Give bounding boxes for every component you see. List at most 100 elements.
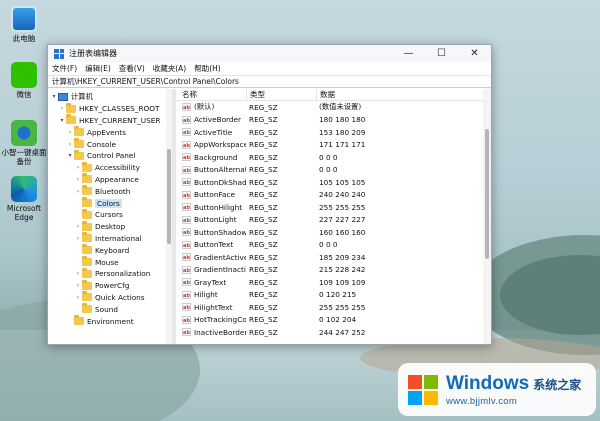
tree-node[interactable]: Environment	[66, 315, 134, 327]
desktop-icon-edge[interactable]: Microsoft Edge	[0, 176, 48, 222]
value-name: HotTrackingCo...	[194, 315, 246, 325]
value-name-cell: ab ActiveBorder	[176, 115, 246, 124]
table-row[interactable]: abButtonAlternat...REG_SZ 0 0 0	[176, 164, 491, 177]
string-value-icon: ab	[182, 215, 191, 224]
minimize-button[interactable]: —	[392, 45, 425, 62]
value-name: GradientInactiv...	[194, 265, 246, 275]
value-type-cell: REG_SZ	[249, 202, 278, 212]
folder-icon	[82, 232, 92, 243]
table-row[interactable]: ab Hilight REG_SZ 0 120 215	[176, 289, 491, 302]
title-bar[interactable]: 注册表编辑器 — ☐ ✕	[48, 45, 491, 62]
tree-scrollbar[interactable]	[166, 89, 172, 344]
table-row[interactable]: ab ActiveTitle REG_SZ 153 180 209	[176, 126, 491, 139]
desktop-icon-this-pc[interactable]: 此电脑	[0, 6, 48, 44]
expand-arrow-icon[interactable]: ›	[74, 176, 82, 183]
tree-node[interactable]: ▾ 计算机	[50, 91, 93, 103]
folder-icon	[82, 291, 92, 302]
string-value-icon: ab	[182, 303, 191, 312]
tree-node[interactable]: › Personalization	[74, 267, 150, 280]
table-row[interactable]: ab ButtonText REG_SZ 0 0 0	[176, 239, 491, 252]
table-row[interactable]: ab InactiveBorder REG_SZ 244 247 252	[176, 326, 491, 339]
desktop-icon-backup[interactable]: 小智一键桌面备份	[0, 120, 48, 166]
list-scroll-thumb[interactable]	[485, 129, 489, 259]
value-name: ButtonText	[194, 240, 234, 250]
tree-node-label: Desktop	[95, 222, 126, 232]
expand-arrow-icon[interactable]: ›	[58, 105, 66, 112]
tree-node[interactable]: Keyboard	[74, 244, 129, 256]
column-header-data[interactable]: 数据	[316, 89, 491, 100]
table-row[interactable]: ab Background REG_SZ 0 0 0	[176, 151, 491, 164]
table-row[interactable]: ab AppWorkspace REG_SZ 171 171 171	[176, 139, 491, 152]
table-row[interactable]: ab ButtonLight REG_SZ 227 227 227	[176, 214, 491, 227]
value-name: ButtonAlternat...	[194, 165, 246, 175]
expand-arrow-icon[interactable]: ›	[74, 188, 82, 195]
close-button[interactable]: ✕	[458, 45, 491, 62]
tree-node[interactable]: › Appearance	[74, 173, 139, 186]
expand-arrow-icon[interactable]: ▾	[66, 152, 74, 159]
tree-node[interactable]: › Console	[66, 138, 116, 150]
tree-scroll-thumb[interactable]	[167, 149, 171, 244]
expand-arrow-icon[interactable]: ›	[74, 223, 82, 230]
expand-arrow-icon[interactable]: ›	[74, 235, 82, 242]
tree-node[interactable]: › Desktop	[74, 220, 126, 233]
table-row[interactable]: ab ButtonShadow REG_SZ 160 160 160	[176, 226, 491, 239]
table-row[interactable]: ab HilightText REG_SZ 255 255 255	[176, 301, 491, 314]
value-name-cell: ab Hilight	[176, 290, 246, 299]
tree-node[interactable]: Mouse	[74, 256, 119, 268]
tree-node-label: International	[95, 233, 142, 243]
tree-node[interactable]: › AppEvents	[66, 126, 126, 138]
column-header-type[interactable]: 类型	[246, 89, 316, 100]
table-row[interactable]: ab ButtonFace REG_SZ 240 240 240	[176, 189, 491, 202]
value-rows: ab (默认) REG_SZ (数值未设置) ab ActiveBorder REG_SZ 1…	[176, 101, 491, 339]
expand-arrow-icon[interactable]: ›	[66, 129, 74, 136]
expand-arrow-icon[interactable]: ›	[66, 141, 74, 148]
address-bar[interactable]: 计算机\HKEY_CURRENT_USER\Control Panel\Colo…	[48, 75, 491, 88]
table-row[interactable]: ab (默认) REG_SZ (数值未设置)	[176, 101, 491, 114]
desktop-icon-wechat[interactable]: 微信	[0, 62, 48, 100]
folder-icon	[82, 279, 92, 290]
column-header-name[interactable]: 名称	[176, 89, 246, 100]
tree-node[interactable]: Cursors	[74, 208, 123, 221]
expand-arrow-icon[interactable]: ›	[74, 164, 82, 171]
tree-node-label: PowerCfg	[95, 281, 130, 291]
string-value-icon: ab	[182, 128, 191, 137]
expand-arrow-icon[interactable]: ▾	[58, 117, 66, 124]
tree-node[interactable]: Sound	[74, 303, 118, 315]
table-row[interactable]: ab ActiveBorder REG_SZ 180 180 180	[176, 114, 491, 127]
tree-node[interactable]: ▾ HKEY_CURRENT_USER	[58, 114, 160, 127]
edge-icon	[11, 176, 37, 202]
table-row[interactable]: abGradientActive...REG_SZ 185 209 234	[176, 251, 491, 264]
tree-node[interactable]: Colors	[74, 197, 122, 209]
tree-node[interactable]: › Bluetooth	[74, 185, 130, 197]
value-name-cell: ab GrayText	[176, 278, 246, 287]
expand-arrow-icon[interactable]: ›	[74, 282, 82, 289]
value-type-cell: REG_SZ	[249, 327, 278, 337]
tree-node[interactable]: › HKEY_CLASSES_ROOT	[58, 102, 159, 115]
tree-node[interactable]: › International	[74, 232, 142, 245]
tree-node[interactable]: › Quick Actions	[74, 291, 145, 304]
expand-arrow-icon[interactable]: ›	[74, 294, 82, 301]
tree-node[interactable]: ▾ Control Panel	[66, 149, 135, 162]
tree-node[interactable]: › Accessibility	[74, 161, 140, 174]
expand-arrow-icon[interactable]: ›	[74, 270, 82, 277]
table-row[interactable]: ab GrayText REG_SZ 109 109 109	[176, 276, 491, 289]
value-name-cell: abButtonDkShad...	[176, 178, 246, 187]
watermark-brand-cn: 系统之家	[533, 377, 582, 392]
list-scrollbar[interactable]	[483, 89, 491, 344]
maximize-button[interactable]: ☐	[425, 45, 458, 62]
desktop-icon-label: 微信	[16, 90, 32, 99]
expand-arrow-icon[interactable]: ▾	[50, 93, 58, 100]
menu-edit[interactable]: 编辑(E)	[85, 63, 111, 74]
value-name: ActiveTitle	[194, 127, 233, 137]
table-row[interactable]: ab ButtonHilight REG_SZ 255 255 255	[176, 201, 491, 214]
table-row[interactable]: abHotTrackingCo...REG_SZ 0 102 204	[176, 314, 491, 327]
value-name: HilightText	[194, 302, 233, 312]
menu-help[interactable]: 帮助(H)	[194, 63, 221, 74]
value-name-cell: ab ButtonLight	[176, 215, 246, 224]
menu-file[interactable]: 文件(F)	[52, 63, 77, 74]
menu-favorites[interactable]: 收藏夹(A)	[153, 63, 186, 74]
menu-view[interactable]: 查看(V)	[119, 63, 145, 74]
table-row[interactable]: abButtonDkShad...REG_SZ 105 105 105	[176, 176, 491, 189]
tree-node[interactable]: › PowerCfg	[74, 279, 130, 292]
table-row[interactable]: abGradientInactiv...REG_SZ 215 228 242	[176, 264, 491, 277]
